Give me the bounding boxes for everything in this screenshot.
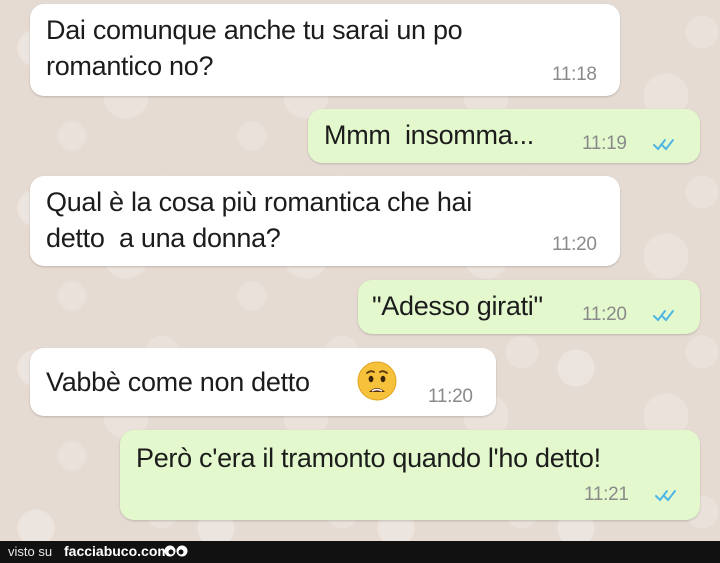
message-bubble-incoming[interactable]: Dai comunque anche tu sarai un po romant… (30, 4, 620, 96)
message-timestamp: 11:21 (584, 484, 629, 505)
chat-area[interactable]: Dai comunque anche tu sarai un po romant… (0, 0, 720, 541)
brand-link[interactable]: facciabuco.com (64, 543, 170, 559)
message-bubble-incoming[interactable]: Qual è la cosa più romantica che hai det… (30, 176, 620, 266)
message-bubble-outgoing[interactable]: Però c'era il tramonto quando l'ho detto… (120, 430, 700, 520)
message-timestamp: 11:19 (582, 133, 627, 154)
message-text: Mmm insomma... (324, 120, 535, 150)
message-bubble-outgoing[interactable]: Mmm insomma... 11:19 (308, 109, 700, 163)
message-timestamp: 11:20 (552, 234, 597, 255)
worried-face-icon (357, 361, 397, 401)
watermark-footer: visto su facciabuco.com (0, 541, 720, 563)
message-text: Qual è la cosa più romantica che hai (46, 187, 472, 217)
read-ticks-icon (655, 490, 676, 502)
message-timestamp: 11:20 (582, 304, 627, 325)
message-text: Però c'era il tramonto quando l'ho detto… (136, 443, 601, 473)
message-bubble-incoming[interactable]: Vabbè come non detto 11:20 (30, 348, 496, 416)
message-text: Vabbè come non detto (46, 367, 310, 397)
message-timestamp: 11:18 (552, 64, 597, 85)
googly-eyes-icon (164, 545, 188, 557)
message-text: Dai comunque anche tu sarai un po (46, 15, 463, 45)
message-timestamp: 11:20 (428, 386, 473, 407)
message-text: "Adesso girati" (372, 291, 543, 321)
read-ticks-icon (653, 310, 674, 322)
message-text: romantico no? (46, 51, 214, 81)
message-text: detto a una donna? (46, 223, 281, 253)
visto-su-label: visto su (8, 544, 53, 559)
message-bubble-outgoing[interactable]: "Adesso girati" 11:20 (358, 280, 700, 334)
read-ticks-icon (653, 139, 674, 151)
